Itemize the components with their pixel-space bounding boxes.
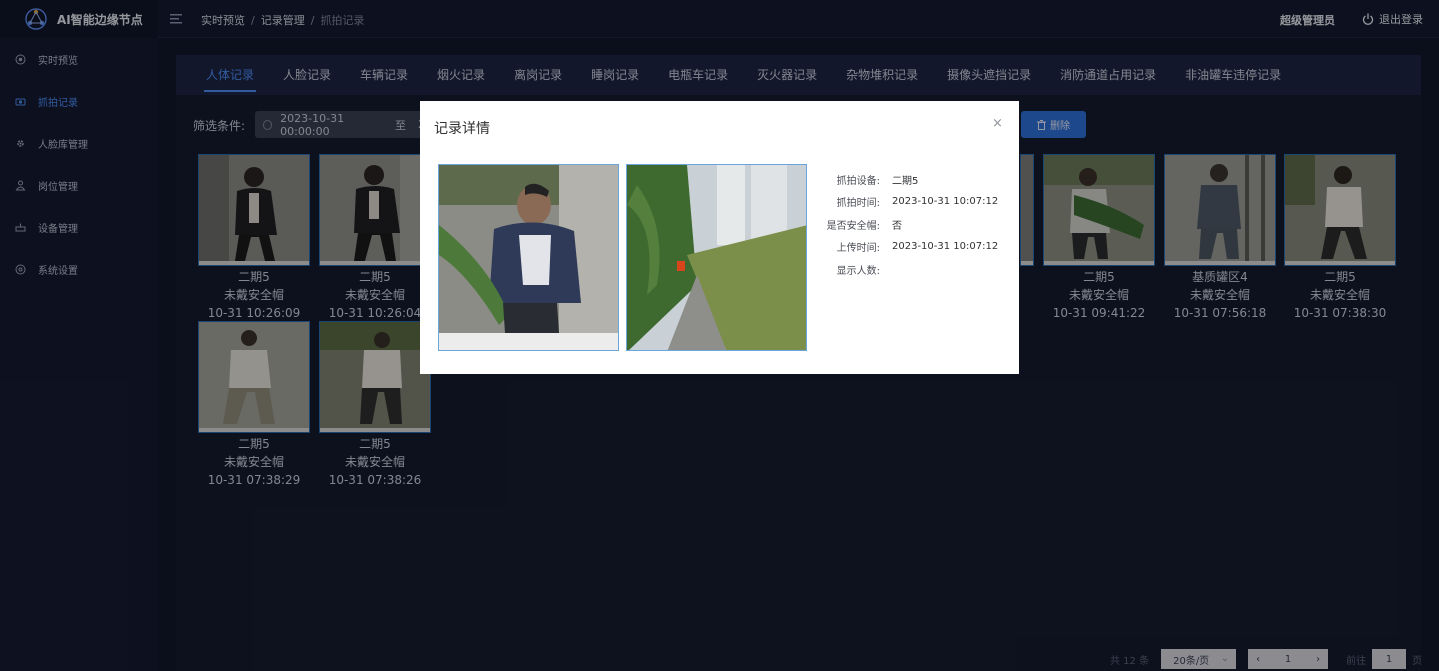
info-value: 2023-10-31 10:07:12: [892, 196, 999, 208]
info-label: 抓拍时间:: [836, 198, 880, 210]
info-row-helmet: 是否安全帽: 否: [820, 213, 998, 236]
info-label: 抓拍设备:: [836, 175, 880, 187]
info-label: 显示人数:: [836, 265, 880, 277]
info-row-device: 抓拍设备: 二期5: [820, 168, 998, 191]
person-photo: [439, 165, 618, 350]
scene-snapshot: [626, 164, 807, 351]
info-row-capture-time: 抓拍时间: 2023-10-31 10:07:12: [820, 191, 999, 214]
info-row-people-count: 显示人数:: [820, 258, 998, 281]
info-value: 二期5: [892, 175, 919, 187]
info-value: 2023-10-31 10:07:12: [892, 241, 999, 253]
info-label: 是否安全帽:: [826, 220, 880, 232]
person-snapshot: [438, 164, 619, 351]
info-label: 上传时间:: [836, 243, 880, 255]
close-icon[interactable]: ×: [992, 116, 1003, 131]
info-value: 否: [892, 220, 902, 232]
info-row-upload-time: 上传时间: 2023-10-31 10:07:12: [820, 236, 999, 259]
record-info: 抓拍设备: 二期5 抓拍时间: 2023-10-31 10:07:12 是否安全…: [820, 168, 999, 281]
dialog-title: 记录详情: [434, 121, 490, 137]
scene-photo: [627, 165, 806, 350]
record-detail-dialog: 记录详情 × 抓拍设备: 二期5 抓拍时间: 2023-10-31 10:07:…: [420, 101, 1019, 374]
